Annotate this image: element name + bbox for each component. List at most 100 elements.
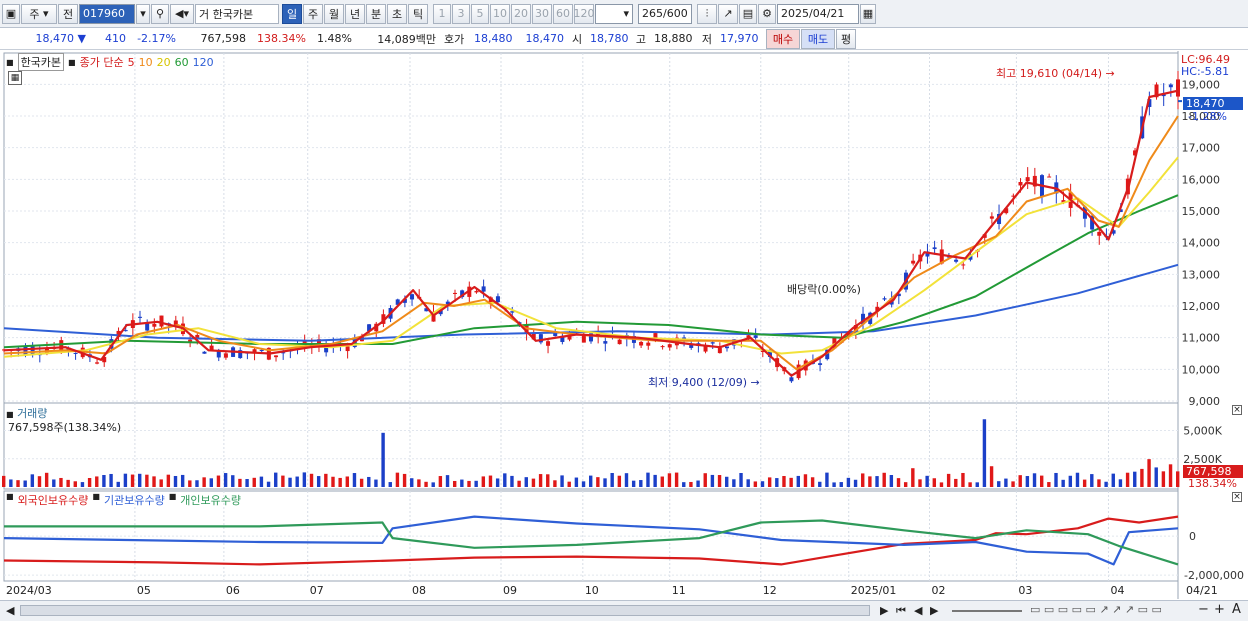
buy-button[interactable]: 매수 (766, 28, 800, 49)
layout-icon[interactable]: ▣ (2, 3, 20, 24)
avg-button[interactable]: 평 (836, 28, 856, 49)
candle-body (1047, 176, 1052, 178)
scroll-track[interactable] (20, 605, 870, 616)
volume-bar (775, 478, 779, 487)
date-field[interactable]: 2025/04/21 (777, 3, 859, 24)
save-icon[interactable]: ▤ (739, 3, 757, 24)
volume-bar (410, 478, 414, 487)
volume-bar (37, 476, 42, 487)
custom-interval-select[interactable]: ▾ (595, 3, 633, 24)
volume-bar (23, 480, 27, 487)
volume-bar (517, 480, 521, 487)
period-tab-1[interactable]: 주 (303, 3, 323, 24)
search-icon[interactable]: ⚲ (151, 3, 169, 24)
holding-legend: ■ 외국인보유수량 ■ 기관보유수량 ■ 개인보유수량 (6, 492, 241, 508)
interval-button-6[interactable]: 60 (553, 3, 573, 24)
volume-bar (875, 476, 879, 487)
candle-body (882, 298, 887, 300)
volume-bar (682, 482, 686, 487)
scroll-right-icon[interactable]: ▶ (880, 604, 888, 617)
interval-button-2[interactable]: 5 (471, 3, 489, 24)
sell-button[interactable]: 매도 (801, 28, 835, 49)
first-page-icon[interactable]: ⏮ (896, 604, 906, 618)
close-holding-panel-icon[interactable]: × (1232, 492, 1242, 502)
period-tab-6[interactable]: 틱 (408, 3, 428, 24)
zoom-out-icon[interactable]: − (1198, 602, 1209, 617)
candle-body (753, 335, 758, 338)
gear-icon[interactable]: ⚙ (758, 3, 776, 24)
scroll-left-icon[interactable]: ◀ (6, 604, 14, 617)
next-page-icon[interactable]: ▶ (930, 604, 938, 617)
count-field[interactable]: 265/600 (638, 3, 692, 24)
font-size-icon[interactable]: A (1232, 602, 1241, 617)
interval-button-5[interactable]: 30 (532, 3, 552, 24)
candle-body (452, 292, 457, 294)
candle-body (961, 264, 966, 266)
volume-bar (839, 482, 843, 487)
period-tab-5[interactable]: 초 (387, 3, 407, 24)
draw-tools-icon[interactable]: ↗ (718, 3, 738, 24)
date-value: 2025/04/21 (781, 7, 845, 20)
candle-body (202, 351, 207, 354)
tool-icons[interactable]: ▭ ▭ ▭ ▭ ▭ ↗ ↗ ↗ ▭ ▭ (1030, 603, 1162, 616)
stock-name-field[interactable]: 거 한국카본 (195, 3, 279, 24)
holding-tick-label: 0 (1189, 530, 1196, 543)
volume-bar (1061, 479, 1065, 487)
chart-grid-icon[interactable]: ▦ (8, 71, 22, 85)
low-value: 17,970 (720, 32, 759, 45)
volume-bar (524, 477, 528, 487)
volume-bar (925, 475, 929, 487)
candle-body (725, 346, 730, 349)
candle-body (274, 355, 279, 358)
market-select[interactable]: 주 ▾ (21, 3, 57, 24)
volume-bar (417, 479, 421, 487)
amount-value: 14,089백만 (377, 32, 436, 46)
volume-bar (753, 481, 758, 487)
ma10-legend: 10 (138, 55, 153, 69)
close-volume-panel-icon[interactable]: × (1232, 405, 1242, 415)
volume-bar (603, 478, 607, 487)
volume-value-label: 767,598주(138.34%) (8, 421, 122, 434)
period-tab-0[interactable]: 일 (282, 3, 302, 24)
code-dropdown-icon[interactable]: ▾ (136, 3, 150, 24)
volume-bar (159, 479, 163, 487)
bid-value: 18,470 (525, 32, 565, 45)
stock-code-input[interactable]: 017960 (79, 3, 135, 24)
volume-bar (116, 481, 120, 487)
zoom-slider[interactable] (952, 610, 1022, 612)
chart-svg[interactable]: 2024/03 05 06 07 08 09 10 11 12 2025/01 02 03 04 04/2… (0, 51, 1248, 604)
candle-body (1176, 79, 1180, 97)
volume-bar (388, 482, 392, 487)
calendar-icon[interactable]: ▦ (860, 3, 876, 24)
dividend-note: 배당락(0.00%) (787, 283, 861, 296)
scroll-bar[interactable]: ◀ ▶ ⏮ ◀ ▶ ▭ ▭ ▭ ▭ ▭ ↗ ↗ ↗ ▭ ▭ − + A (0, 600, 1248, 621)
candle-body (223, 353, 228, 358)
zoom-in-icon[interactable]: + (1214, 602, 1225, 617)
candle-body (1018, 181, 1023, 186)
volume-bar (145, 474, 149, 487)
prev-page-icon[interactable]: ◀ (914, 604, 922, 617)
interval-button-7[interactable]: 120 (574, 3, 595, 24)
candle-body (546, 341, 551, 346)
period-tab-2[interactable]: 월 (324, 3, 344, 24)
candle-icon[interactable]: ⫶ (697, 3, 717, 24)
period-tab-4[interactable]: 분 (366, 3, 386, 24)
volume-bar (631, 480, 636, 487)
legend-bullet-icon: ■ (6, 57, 14, 67)
volume-bar (238, 478, 242, 487)
interval-button-4[interactable]: 20 (511, 3, 531, 24)
interval-button-1[interactable]: 3 (452, 3, 470, 24)
period-tab-3[interactable]: 년 (345, 3, 365, 24)
indiv-legend: 개인보유수량 (180, 494, 241, 507)
price-tick-label: 13,000 (1182, 268, 1221, 281)
interval-button-3[interactable]: 10 (490, 3, 510, 24)
prev-button[interactable]: 전 (58, 3, 78, 24)
change-value: 410 (105, 32, 126, 45)
chart-area[interactable]: 2024/03 05 06 07 08 09 10 11 12 2025/01 02 03 04 04/2… (0, 51, 1248, 604)
volume-bar (73, 481, 77, 487)
volume-bar (510, 475, 514, 487)
interval-button-0[interactable]: 1 (433, 3, 451, 24)
sound-icon[interactable]: ◀▾ (170, 3, 194, 24)
volume-bar (1090, 474, 1094, 487)
stock-code-value: 017960 (83, 7, 125, 20)
